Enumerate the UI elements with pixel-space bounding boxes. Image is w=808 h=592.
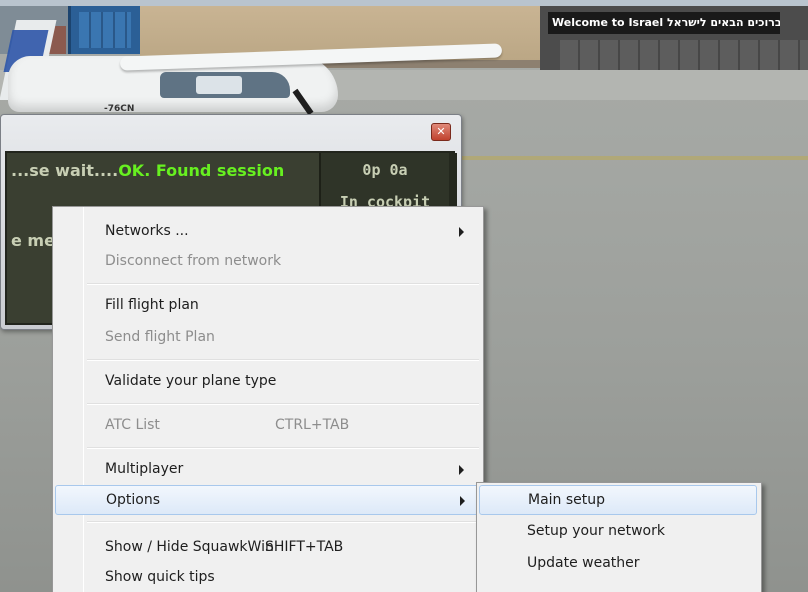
status-ok-text: OK. Found session [118,161,285,180]
message-text: e me [11,231,55,250]
menu-item-label: Multiplayer [105,461,184,477]
submenu-item-main-setup[interactable]: Main setup [479,485,757,515]
menu-item-show-quick-tips[interactable]: Show quick tips [55,563,481,592]
submenu-item-label: Main setup [528,492,606,508]
menu-separator [87,403,479,405]
menu-item-shortcut: SHIFT+TAB [265,539,344,555]
menu-item-multiplayer[interactable]: Multiplayer [55,455,481,485]
submenu-arrow-icon [460,496,465,506]
window-titlebar[interactable] [1,115,461,145]
menu-item-label: Validate your plane type [105,373,277,389]
submenu-item-label: Setup your network [527,523,665,539]
menu-item-shortcut: CTRL+TAB [275,417,350,433]
hangar-doors [560,40,808,70]
submenu-item-label: Update weather [527,555,640,571]
submenu-arrow-icon [459,227,464,237]
taxiway-line [460,156,808,160]
context-menu: Networks ... Disconnect from network Fil… [52,206,484,592]
options-submenu: Main setup Setup your network Update wea… [476,482,762,592]
menu-item-networks[interactable]: Networks ... [55,217,481,247]
menu-separator [87,447,479,449]
menu-item-label: ATC List [105,417,160,433]
connection-status: ...se wait....OK. Found session [11,161,284,180]
submenu-item-setup-network[interactable]: Setup your network [479,517,757,547]
menu-item-show-hide-squawkwin[interactable]: Show / Hide SquawkWin SHIFT+TAB [55,533,481,563]
status-wait-text: ...se wait.... [11,161,119,180]
menu-item-fill-flight-plan[interactable]: Fill flight plan [55,291,481,321]
submenu-arrow-icon [459,465,464,475]
aircraft-registration: -76CN [104,104,135,114]
menu-item-label: Networks ... [105,223,189,239]
menu-item-label: Show quick tips [105,569,215,585]
menu-item-validate-plane[interactable]: Validate your plane type [55,367,481,397]
blue-building [68,6,140,54]
menu-item-options[interactable]: Options [55,485,481,515]
menu-item-label: Show / Hide SquawkWin [105,539,274,555]
menu-item-atc-list[interactable]: ATC List CTRL+TAB [55,411,481,441]
menu-separator [87,359,479,361]
menu-separator [87,283,479,285]
menu-item-label: Disconnect from network [105,253,282,269]
submenu-item-update-weather[interactable]: Update weather [479,549,757,579]
menu-item-label: Fill flight plan [105,297,199,313]
menu-item-disconnect[interactable]: Disconnect from network [55,247,481,277]
menu-item-label: Send flight Plan [105,329,215,345]
menu-item-send-flight-plan[interactable]: Send flight Plan [55,323,481,353]
aircraft-cockpit [160,72,290,98]
traffic-count: 0p 0a [362,161,408,179]
menu-item-label: Options [106,492,161,508]
close-button[interactable]: ✕ [431,123,451,141]
menu-separator [87,521,479,523]
welcome-billboard: Welcome to Israel ברוכים הבאים לישראל [548,12,780,34]
